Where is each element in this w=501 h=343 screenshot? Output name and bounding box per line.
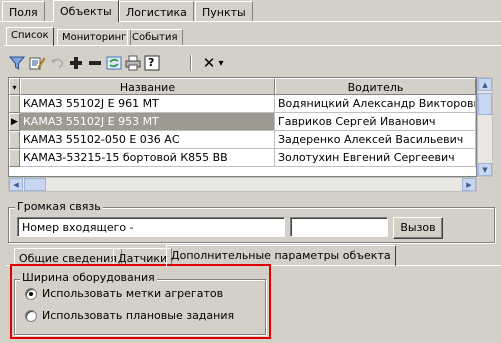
- highlight-frame: [10, 264, 271, 339]
- tab-events[interactable]: События: [127, 29, 183, 45]
- tab-points[interactable]: Пункты: [195, 1, 253, 21]
- cell-name[interactable]: КАМАЗ-53215-15 бортовой К855 ВВ: [20, 149, 275, 167]
- column-header-name[interactable]: Название: [20, 78, 275, 95]
- scroll-thumb[interactable]: [24, 178, 46, 191]
- table-row[interactable]: КАМАЗ-53215-15 бортовой К855 ВВ Золотухи…: [9, 149, 476, 167]
- horizontal-scrollbar[interactable]: ◀ ▶: [8, 177, 477, 192]
- help-glyph: ?: [148, 56, 155, 69]
- cell-name[interactable]: КАМАЗ 55102-050 Е 036 АС: [20, 131, 275, 149]
- remove-icon[interactable]: [86, 54, 104, 72]
- subtab-divider: [4, 45, 501, 46]
- table-row-selected[interactable]: ▶ КАМАЗ 55102J Е 953 МТ Гавриков Сергей …: [9, 113, 476, 131]
- objects-table: ▾ Название Водитель КАМАЗ 55102J Е 961 М…: [8, 77, 477, 177]
- tab-additional-params[interactable]: Дополнительные параметры объекта: [166, 245, 396, 266]
- help-icon[interactable]: ?: [143, 54, 161, 72]
- cell-name[interactable]: КАМАЗ 55102J Е 961 МТ: [20, 95, 275, 113]
- row-indicator: [9, 149, 20, 167]
- tab-monitoring[interactable]: Мониторинг: [57, 29, 132, 45]
- toolbar-separator: [190, 55, 192, 71]
- top-tab-bar: Поля Объекты Логистика Пункты: [0, 0, 501, 22]
- current-row-marker: ▶: [9, 113, 20, 131]
- table-row[interactable]: КАМАЗ 55102-050 Е 036 АС Задеренко Алекс…: [9, 131, 476, 149]
- print-icon[interactable]: [124, 54, 142, 72]
- tab-fields[interactable]: Поля: [2, 1, 45, 21]
- scroll-right-icon[interactable]: ▶: [462, 178, 476, 191]
- row-indicator: [9, 95, 20, 113]
- vertical-scrollbar[interactable]: ▲ ▼: [477, 77, 493, 177]
- row-indicator: [9, 131, 20, 149]
- add-icon[interactable]: [67, 54, 85, 72]
- cell-driver[interactable]: Золотухин Евгений Сергеевич: [275, 149, 476, 167]
- call-number-input[interactable]: [290, 217, 388, 237]
- cell-driver[interactable]: Задеренко Алексей Васильевич: [275, 131, 476, 149]
- scroll-up-icon[interactable]: ▲: [478, 78, 492, 91]
- scroll-left-icon[interactable]: ◀: [9, 178, 23, 191]
- undo-icon[interactable]: [48, 54, 66, 72]
- toolbar: ? ✕ ▾: [8, 52, 498, 74]
- scroll-down-icon[interactable]: ▼: [478, 163, 492, 176]
- tab-objects[interactable]: Объекты: [53, 0, 119, 22]
- call-button[interactable]: Вызов: [393, 217, 443, 239]
- filter-icon[interactable]: [8, 54, 26, 72]
- column-header-driver[interactable]: Водитель: [275, 78, 476, 95]
- refresh-icon[interactable]: [105, 54, 123, 72]
- cell-driver[interactable]: Водяницкий Александр Викторович: [275, 95, 476, 113]
- edit-filter-icon[interactable]: [28, 54, 46, 72]
- dropdown-arrow-icon[interactable]: ▾: [216, 54, 226, 72]
- loud-link-title: Громкая связь: [15, 200, 103, 213]
- cell-driver[interactable]: Гавриков Сергей Иванович: [275, 113, 476, 131]
- incoming-number-field[interactable]: Номер входящего -: [17, 217, 285, 237]
- table-row[interactable]: КАМАЗ 55102J Е 961 МТ Водяницкий Алексан…: [9, 95, 476, 113]
- header-indicator: ▾: [9, 78, 20, 95]
- scroll-thumb[interactable]: [478, 93, 492, 115]
- tab-logistics[interactable]: Логистика: [119, 1, 194, 21]
- cell-name[interactable]: КАМАЗ 55102J Е 953 МТ: [20, 113, 275, 131]
- tab-list[interactable]: Список: [6, 27, 54, 46]
